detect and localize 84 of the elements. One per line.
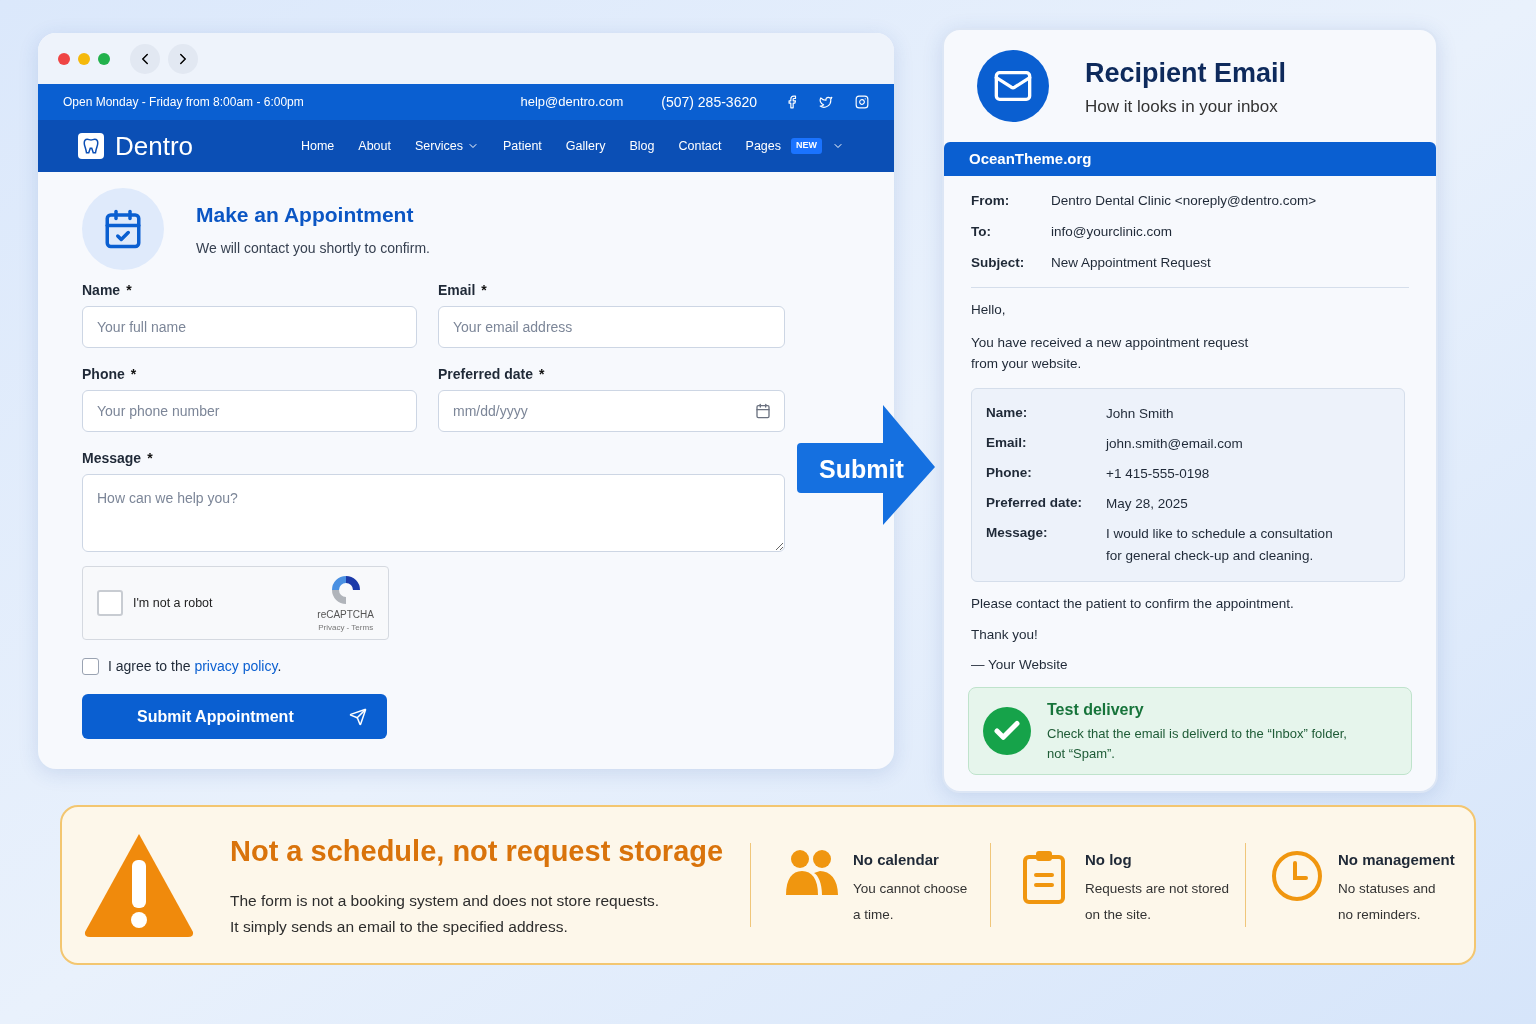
detail-label: Message:	[986, 524, 1049, 543]
field-label: Preferred date	[438, 365, 533, 384]
send-icon	[349, 707, 367, 726]
recaptcha-brand: reCAPTCHA	[317, 607, 374, 622]
input-field[interactable]: Your email address	[438, 306, 785, 348]
nav-link[interactable]: Services	[414, 136, 479, 156]
detail-label: Email:	[986, 434, 1028, 453]
input-field[interactable]: Your phone number	[82, 390, 417, 432]
back-button[interactable]	[130, 43, 160, 74]
form-subtitle: We will contact you shortly to confirm.	[196, 239, 430, 259]
required-mark: *	[481, 281, 487, 300]
calendar-icon[interactable]	[755, 403, 771, 419]
header-label: To:	[971, 223, 992, 242]
email-title: Recipient Email	[1085, 57, 1287, 90]
form-title: Make an Appointment	[196, 201, 415, 228]
detail-label: Name:	[986, 404, 1029, 423]
tooth-logo-icon[interactable]	[78, 133, 104, 159]
check-icon	[983, 707, 1031, 755]
detail-label: Preferred date:	[986, 494, 1084, 513]
intro-text: You have received a new appointment request from your website.	[971, 334, 1250, 374]
detail-value: I would like to schedule a consultation for general check-up and cleaning.	[1106, 525, 1333, 566]
captcha-label: I'm not a robot	[133, 594, 213, 612]
detail-value: John Smith	[1106, 405, 1174, 424]
nav-link[interactable]: About	[358, 136, 391, 156]
detail-value: john.smith@email.com	[1106, 435, 1243, 454]
agree-checkbox[interactable]	[82, 658, 99, 675]
contact-phone[interactable]: (507) 285-3620	[661, 91, 757, 113]
people-icon	[784, 849, 840, 897]
instagram-icon[interactable]	[855, 95, 869, 109]
header-value: Dentro Dental Clinic <noreply@dentro.com>	[1051, 192, 1317, 211]
limitation-title: No management	[1338, 850, 1455, 870]
detail-value: May 28, 2025	[1106, 495, 1188, 514]
input-field[interactable]: Your full name	[82, 306, 417, 348]
forward-button[interactable]	[168, 43, 198, 74]
header-label: Subject:	[971, 254, 1026, 273]
brand-name[interactable]: Dentro	[115, 126, 194, 166]
field-label: Phone	[82, 365, 125, 384]
submit-button[interactable]: Submit Appointment	[82, 694, 387, 739]
limitation-title: No calendar	[853, 850, 940, 870]
email-subtitle: How it looks in your inbox	[1085, 95, 1279, 118]
signature: — Your Website	[971, 655, 1069, 674]
twitter-icon[interactable]	[819, 95, 833, 109]
nav-link[interactable]: Patient	[502, 136, 542, 156]
thanks-text: Thank you!	[971, 625, 1039, 644]
greeting: Hello,	[971, 301, 1007, 319]
required-mark: *	[126, 281, 132, 300]
header-value: New Appointment Request	[1051, 254, 1211, 273]
clock-icon	[1270, 849, 1324, 903]
field-label: Email	[438, 281, 476, 300]
captcha-checkbox[interactable]	[97, 590, 123, 616]
detail-value: +1 415-555-0198	[1106, 465, 1210, 484]
limitation-title: No log	[1085, 850, 1133, 870]
clipboard-icon	[1022, 849, 1066, 905]
nav-link[interactable]: Pages NEW	[745, 136, 844, 156]
banner-text: The form is not a booking system and does not store requests. It simply sends an email to the specified address.	[230, 890, 661, 937]
nav-link[interactable]: Gallery	[565, 136, 606, 156]
nav-link[interactable]: Blog	[629, 136, 655, 156]
arrow-label: Submit	[819, 454, 904, 485]
opening-hours: Open Monday - Friday from 8:00am - 6:00pm	[63, 94, 304, 111]
required-mark: *	[147, 449, 153, 468]
field-label: Message	[82, 449, 142, 468]
email-bar: OceanTheme.org	[944, 142, 1436, 176]
closing-text: Please contact the patient to confirm the appointment.	[971, 595, 1295, 614]
notice-text: Check that the email is deliverd to the “Inbox” folder, not “Spam”.	[1047, 725, 1347, 763]
limitation-text: Requests are not stored on the site.	[1085, 879, 1230, 924]
recaptcha-links[interactable]: Privacy - Terms	[318, 621, 374, 634]
header-label: From:	[971, 192, 1011, 211]
detail-label: Phone:	[986, 464, 1033, 483]
facebook-icon[interactable]	[785, 95, 799, 109]
message-field[interactable]: How can we help you?	[82, 474, 785, 552]
nav-link[interactable]: Contact	[678, 136, 722, 156]
new-badge: NEW	[791, 138, 822, 154]
banner-title: Not a schedule, not request storage	[230, 834, 725, 870]
field-label: Name	[82, 281, 121, 300]
nav-link[interactable]: Home	[300, 136, 335, 156]
date-field[interactable]: mm/dd/yyyy	[438, 390, 785, 432]
required-mark: *	[538, 365, 545, 384]
limitation-text: You cannot choose a time.	[853, 879, 968, 924]
limitation-text: No statuses and no reminders.	[1338, 879, 1437, 924]
required-mark: *	[130, 365, 137, 384]
contact-email[interactable]: help@dentro.com	[520, 92, 624, 112]
notice-title: Test delivery	[1047, 700, 1145, 720]
header-value: info@yourclinic.com	[1051, 223, 1172, 242]
agree-text: I agree to the privacy policy.	[108, 657, 282, 676]
